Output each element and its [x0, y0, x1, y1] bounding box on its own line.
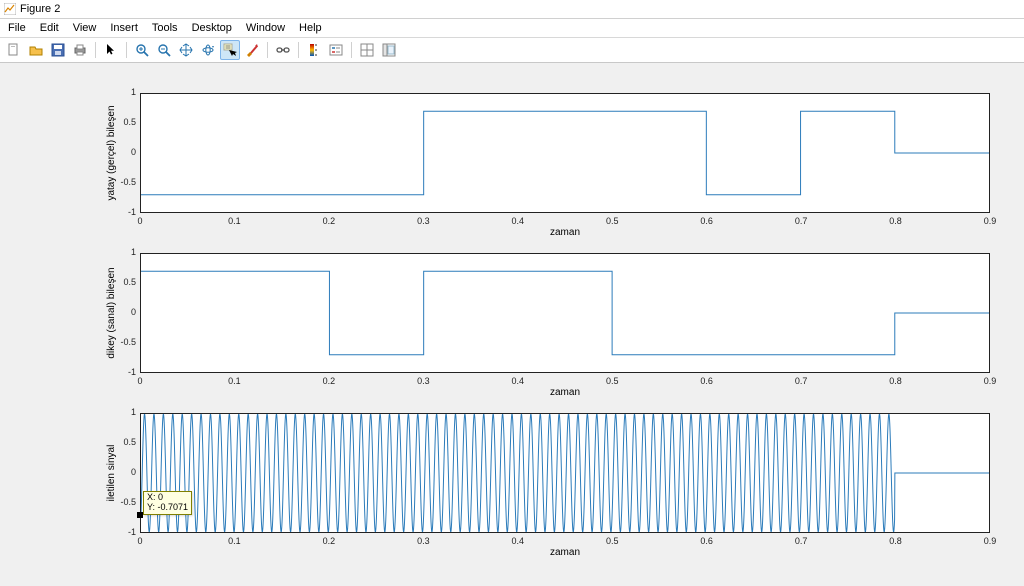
plot-line-1 [141, 111, 989, 194]
print-icon[interactable] [70, 40, 90, 60]
x-tick: 0.1 [222, 216, 246, 226]
x-tick: 0.1 [222, 376, 246, 386]
x-tick: 0.7 [789, 536, 813, 546]
pointer-icon[interactable] [101, 40, 121, 60]
menu-bar: File Edit View Insert Tools Desktop Wind… [0, 19, 1024, 38]
x-tick: 0.4 [506, 536, 530, 546]
x-tick: 0.5 [600, 536, 624, 546]
new-figure-icon[interactable] [4, 40, 24, 60]
x-tick: 0 [128, 376, 152, 386]
colorbar-icon[interactable] [304, 40, 324, 60]
x-tick: 0 [128, 536, 152, 546]
subplot-icon[interactable] [357, 40, 377, 60]
x-axis-label: zaman [140, 387, 990, 398]
x-tick: 0.9 [978, 536, 1002, 546]
x-tick: 0.4 [506, 216, 530, 226]
x-tick: 0.9 [978, 376, 1002, 386]
x-tick: 0.8 [884, 376, 908, 386]
y-axis-label: yatay (gerçel) bileşen [106, 93, 117, 213]
x-tick: 0.1 [222, 536, 246, 546]
toolbar-separator [351, 42, 352, 58]
toolbar-separator [95, 42, 96, 58]
y-axis-label: dikey (sanal) bileşen [106, 253, 117, 373]
menu-desktop[interactable]: Desktop [192, 22, 232, 34]
link-icon[interactable] [273, 40, 293, 60]
x-tick: 0.7 [789, 376, 813, 386]
plot-tools-icon[interactable] [379, 40, 399, 60]
x-axis-label: zaman [140, 547, 990, 558]
datatip-y: Y: -0.7071 [147, 503, 188, 513]
save-icon[interactable] [48, 40, 68, 60]
x-tick: 0.4 [506, 376, 530, 386]
title-bar: Figure 2 [0, 0, 1024, 19]
menu-view[interactable]: View [73, 22, 97, 34]
figure-toolbar [0, 38, 1024, 63]
brush-icon[interactable] [242, 40, 262, 60]
plot-line-2 [141, 271, 989, 354]
axes-2[interactable] [140, 253, 990, 373]
axes-3[interactable] [140, 413, 990, 533]
x-tick: 0.5 [600, 376, 624, 386]
x-tick: 0.6 [695, 216, 719, 226]
x-tick: 0.2 [317, 376, 341, 386]
axes-1[interactable] [140, 93, 990, 213]
legend-icon[interactable] [326, 40, 346, 60]
menu-file[interactable]: File [8, 22, 26, 34]
menu-help[interactable]: Help [299, 22, 322, 34]
x-tick: 0 [128, 216, 152, 226]
x-tick: 0.2 [317, 536, 341, 546]
x-axis-label: zaman [140, 227, 990, 238]
x-tick: 0.5 [600, 216, 624, 226]
data-cursor-icon[interactable] [220, 40, 240, 60]
zoom-out-icon[interactable] [154, 40, 174, 60]
menu-window[interactable]: Window [246, 22, 285, 34]
figure-canvas: -1-0.500.5100.10.20.30.40.50.60.70.80.9z… [0, 63, 1024, 586]
data-cursor-marker [137, 512, 143, 518]
x-tick: 0.6 [695, 376, 719, 386]
menu-edit[interactable]: Edit [40, 22, 59, 34]
x-tick: 0.9 [978, 216, 1002, 226]
x-tick: 0.3 [411, 376, 435, 386]
x-tick: 0.8 [884, 216, 908, 226]
toolbar-separator [267, 42, 268, 58]
x-tick: 0.8 [884, 536, 908, 546]
open-icon[interactable] [26, 40, 46, 60]
window-title: Figure 2 [20, 3, 60, 15]
x-tick: 0.3 [411, 216, 435, 226]
menu-insert[interactable]: Insert [110, 22, 138, 34]
x-tick: 0.7 [789, 216, 813, 226]
pan-icon[interactable] [176, 40, 196, 60]
toolbar-separator [126, 42, 127, 58]
x-tick: 0.3 [411, 536, 435, 546]
menu-tools[interactable]: Tools [152, 22, 178, 34]
data-cursor-tooltip[interactable]: X: 0Y: -0.7071 [143, 491, 192, 515]
plot-line-3 [141, 414, 989, 532]
zoom-in-icon[interactable] [132, 40, 152, 60]
toolbar-separator [298, 42, 299, 58]
figure-app-icon [4, 3, 16, 15]
x-tick: 0.6 [695, 536, 719, 546]
rotate3d-icon[interactable] [198, 40, 218, 60]
y-axis-label: iletilen sinyal [106, 413, 117, 533]
x-tick: 0.2 [317, 216, 341, 226]
